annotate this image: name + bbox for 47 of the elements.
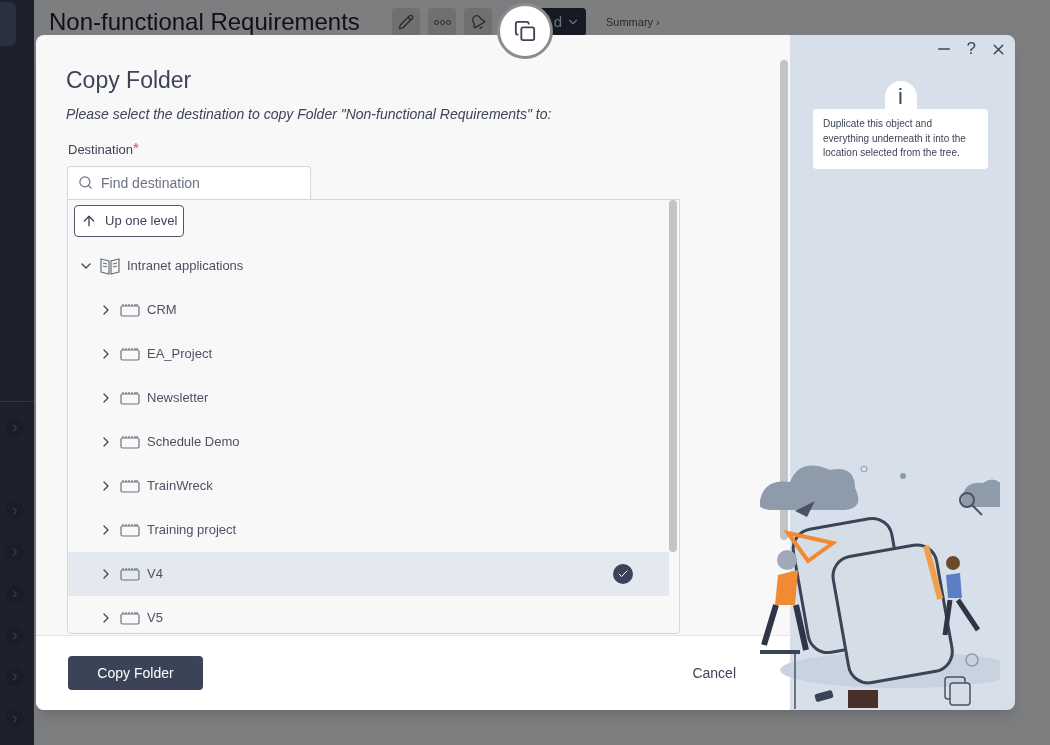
search-icon (78, 175, 93, 190)
scrollbar[interactable] (780, 60, 788, 540)
cancel-button[interactable]: Cancel (692, 662, 736, 684)
scrollbar[interactable] (669, 200, 677, 552)
breadcrumb-link[interactable]: Summary › (606, 13, 660, 31)
edit-button[interactable] (392, 8, 420, 36)
tree-item-label: Training project (147, 521, 237, 540)
tree-item-label: Schedule Demo (147, 433, 240, 452)
folder-icon (120, 567, 140, 581)
tree-item-label: CRM (147, 301, 177, 320)
tree-item[interactable]: Newsletter (68, 376, 669, 420)
dialog-title: Copy Folder (66, 66, 193, 95)
folder-icon (120, 391, 140, 405)
tree-item-label: V4 (147, 565, 163, 584)
folder-icon (120, 347, 140, 361)
folder-icon (120, 479, 140, 493)
dialog-subtitle: Please select the destination to copy Folder "Non-functional Requirements" to: (66, 104, 553, 124)
check-icon (613, 564, 633, 584)
tree-item-label: Newsletter (147, 389, 209, 408)
required-mark: * (133, 139, 139, 158)
folder-icon (120, 611, 140, 625)
tree-item[interactable]: CRM (68, 288, 669, 332)
tree-item-label: TrainWreck (147, 477, 213, 496)
tree-item[interactable]: TrainWreck (68, 464, 669, 508)
up-one-level-button[interactable]: Up one level (74, 205, 185, 237)
tree-item[interactable]: Intranet applications (68, 244, 669, 288)
folder-icon (120, 435, 140, 449)
page-title: Non-functional Requirements (49, 7, 361, 37)
field-label: Destination (68, 140, 134, 159)
folder-icon (120, 523, 140, 537)
tree-item-label: Intranet applications (127, 257, 244, 276)
tree-item-label: EA_Project (147, 345, 213, 364)
pencil-icon (398, 14, 414, 30)
help-button[interactable]: ? (966, 36, 976, 62)
more-button[interactable] (428, 8, 456, 36)
tree-item[interactable]: V5 (68, 596, 669, 633)
tree-item[interactable]: Training project (68, 508, 669, 552)
book-icon (100, 257, 120, 275)
help-text: Duplicate this object and everything underneath it into the location selected from the tree. (813, 109, 988, 169)
copy-folder-button[interactable]: Copy Folder (68, 656, 203, 690)
tree-item[interactable]: Schedule Demo (68, 420, 669, 464)
search-field[interactable]: Find destination (67, 166, 311, 199)
tree-item[interactable]: V4 (68, 552, 669, 596)
tree-item-label: V5 (147, 609, 163, 628)
folder-icon (120, 303, 140, 317)
tree-item[interactable]: EA_Project (68, 332, 669, 376)
bell-button[interactable] (464, 8, 492, 36)
